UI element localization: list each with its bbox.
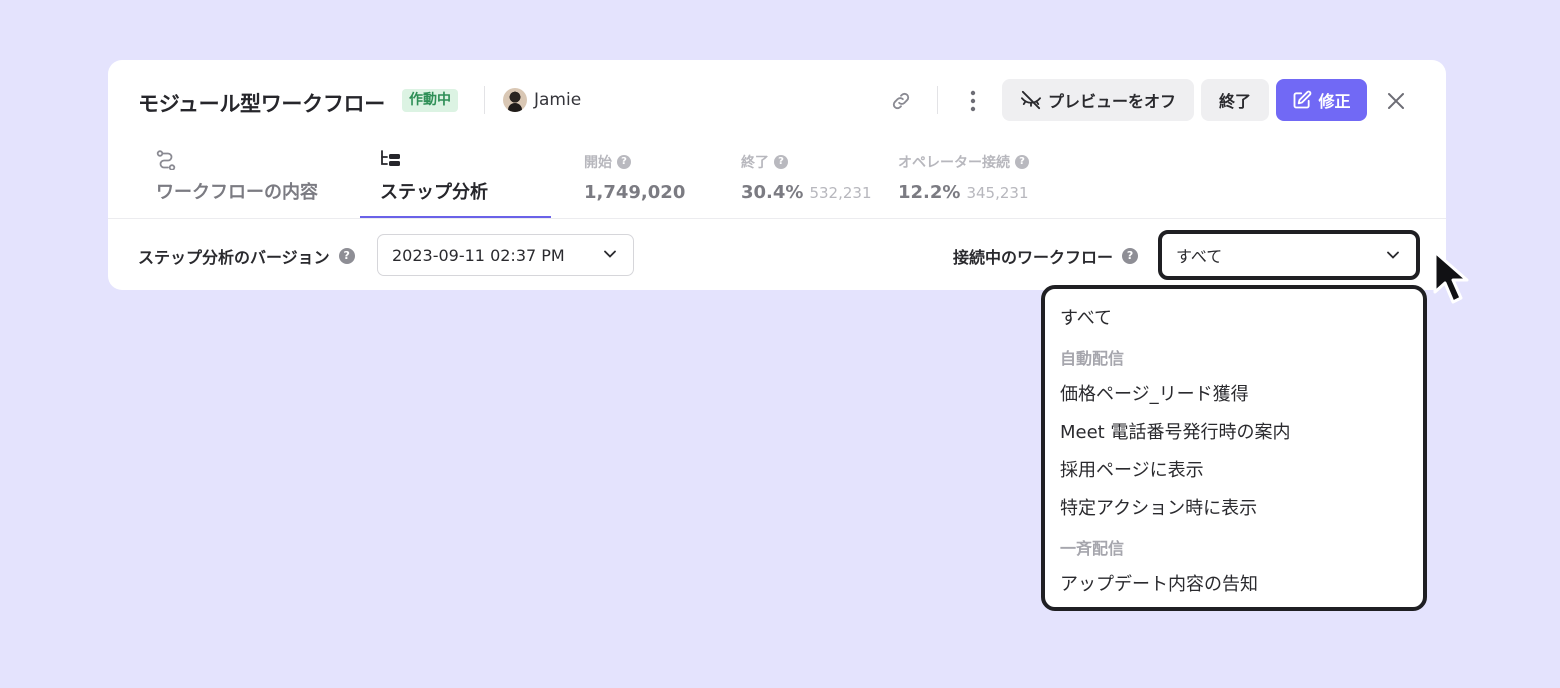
header-divider-2 xyxy=(937,86,938,114)
flow-icon xyxy=(156,150,176,170)
group-broadcast: 一斉配信 xyxy=(1060,539,1125,558)
stat-label: 終了 xyxy=(741,155,769,171)
link-icon xyxy=(892,92,910,110)
help-icon[interactable]: ? xyxy=(774,155,788,169)
mouse-cursor-icon xyxy=(1433,250,1469,304)
stat-end: 終了? 30.4% 532,231 xyxy=(741,152,871,203)
owner-name: Jamie xyxy=(534,90,582,110)
close-icon xyxy=(1388,93,1404,109)
version-filter-label: ステップ分析のバージョン ? xyxy=(138,244,355,268)
eye-off-icon xyxy=(1020,90,1041,110)
edit-button[interactable]: 修正 xyxy=(1276,79,1367,121)
preview-off-label: プレビューをオフ xyxy=(1047,92,1176,111)
connected-label-text: 接続中のワークフロー xyxy=(953,248,1114,267)
stat-start: 開始? 1,749,020 xyxy=(584,152,685,203)
option-all[interactable]: すべて xyxy=(1060,304,1112,330)
header-divider xyxy=(484,86,485,114)
tab-workflow-content[interactable]: ワークフローの内容 xyxy=(156,140,356,218)
stat-operator-connection: オペレーター接続? 12.2% 345,231 xyxy=(898,152,1029,203)
connected-workflow-dropdown: すべて 自動配信 価格ページ_リード獲得 Meet 電話番号発行時の案内 採用ペ… xyxy=(1041,285,1427,611)
end-button[interactable]: 終了 xyxy=(1201,79,1269,121)
workflow-card: モジュール型ワークフロー 作動中 Jamie プレビューをオフ 終了 修正 ワー… xyxy=(108,60,1446,290)
stat-value: 30.4% xyxy=(741,182,804,203)
more-options-button[interactable] xyxy=(958,86,988,116)
card-header: モジュール型ワークフロー 作動中 Jamie プレビューをオフ 終了 修正 xyxy=(108,60,1446,140)
version-value: 2023-09-11 02:37 PM xyxy=(392,245,565,265)
tab-label: ワークフローの内容 xyxy=(156,182,318,203)
option-recruit-page[interactable]: 採用ページに表示 xyxy=(1060,456,1204,482)
help-icon[interactable]: ? xyxy=(1015,155,1029,169)
stat-label: オペレーター接続 xyxy=(898,155,1010,171)
status-badge: 作動中 xyxy=(402,89,458,112)
end-label: 終了 xyxy=(1218,92,1251,111)
help-icon[interactable]: ? xyxy=(617,155,631,169)
option-meet-phone[interactable]: Meet 電話番号発行時の案内 xyxy=(1060,418,1290,444)
preview-off-button[interactable]: プレビューをオフ xyxy=(1002,79,1194,121)
steps-icon xyxy=(381,150,400,166)
group-auto-delivery: 自動配信 xyxy=(1060,349,1125,368)
chevron-down-icon xyxy=(1387,251,1399,259)
tab-label: ステップ分析 xyxy=(380,182,488,203)
option-pricing-lead[interactable]: 価格ページ_リード獲得 xyxy=(1060,380,1249,406)
workflow-title: モジュール型ワークフロー xyxy=(138,92,385,116)
chevron-down-icon xyxy=(604,250,616,258)
help-icon[interactable]: ? xyxy=(1122,248,1139,264)
help-icon[interactable]: ? xyxy=(338,248,355,264)
edit-icon xyxy=(1294,90,1312,109)
version-select[interactable]: 2023-09-11 02:37 PM xyxy=(377,234,634,276)
copy-link-button[interactable] xyxy=(886,86,916,116)
option-update-notice[interactable]: アップデート内容の告知 xyxy=(1060,570,1258,596)
close-button[interactable] xyxy=(1381,86,1411,116)
more-vertical-icon xyxy=(970,90,976,112)
connected-value: すべて xyxy=(1176,247,1223,266)
stat-count: 532,231 xyxy=(809,184,872,202)
connected-workflow-label: 接続中のワークフロー ? xyxy=(953,244,1139,268)
connected-workflow-select[interactable]: すべて xyxy=(1158,230,1420,280)
tab-bar: ワークフローの内容 ステップ分析 開始? 1,749,020 終了? 30.4%… xyxy=(108,140,1446,218)
stat-count: 345,231 xyxy=(966,184,1029,202)
tab-step-analysis[interactable]: ステップ分析 xyxy=(360,140,551,218)
option-specific-action[interactable]: 特定アクション時に表示 xyxy=(1060,494,1257,520)
avatar xyxy=(503,88,527,112)
stat-value: 12.2% xyxy=(898,182,961,203)
edit-label: 修正 xyxy=(1318,92,1351,111)
stat-value: 1,749,020 xyxy=(584,182,686,203)
filter-bar: ステップ分析のバージョン ? 2023-09-11 02:37 PM 接続中のワ… xyxy=(108,219,1446,290)
stat-label: 開始 xyxy=(584,155,612,171)
version-label-text: ステップ分析のバージョン xyxy=(138,248,330,267)
